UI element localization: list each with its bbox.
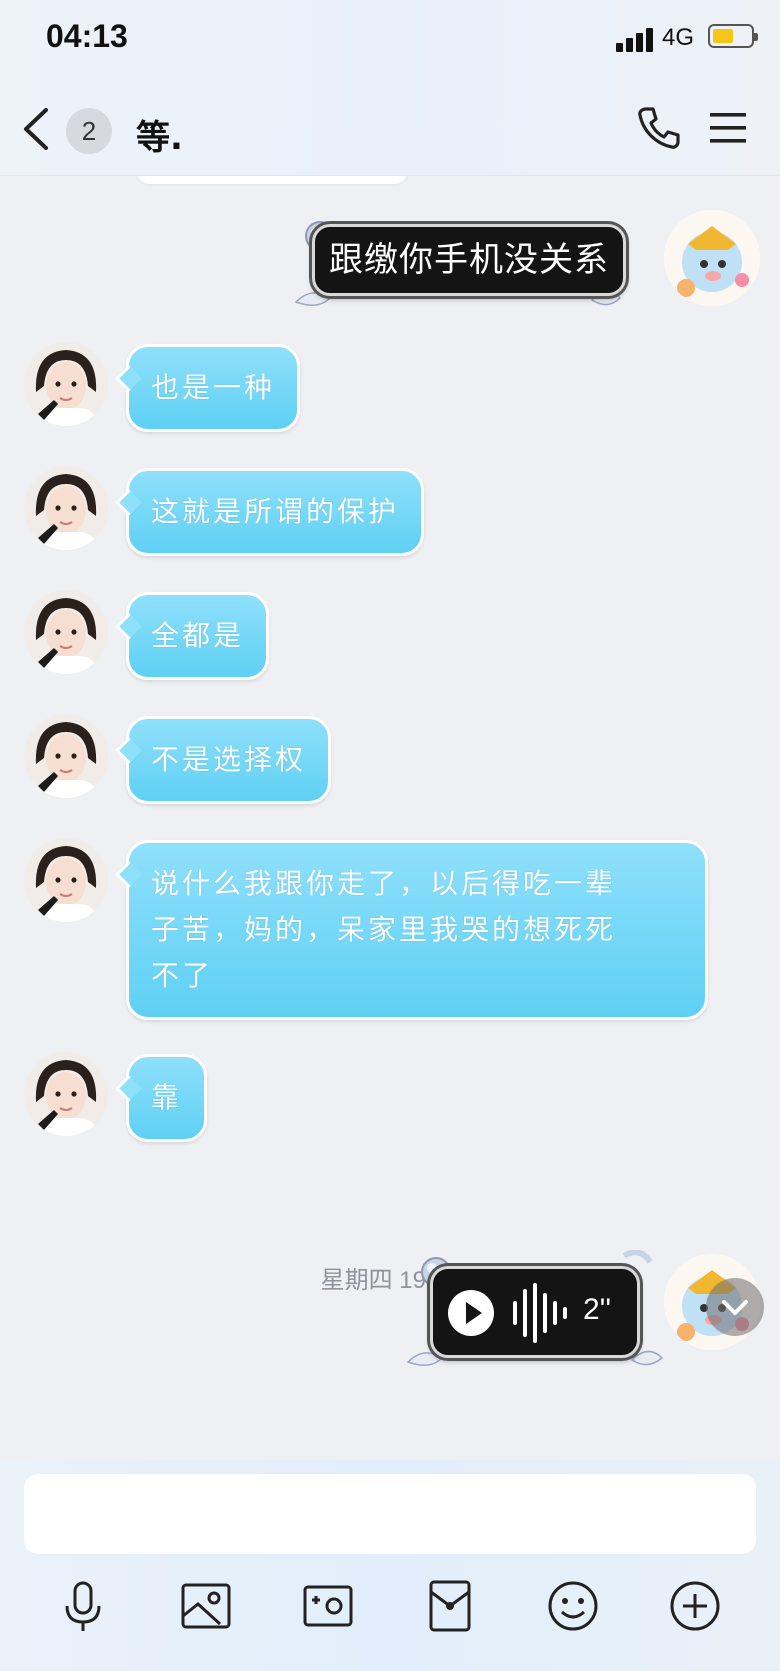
chevron-left-icon [24, 108, 48, 150]
play-icon[interactable] [447, 1289, 495, 1337]
camera-icon [303, 1585, 353, 1627]
emoji-icon [548, 1581, 598, 1631]
scroll-to-bottom-button[interactable] [706, 1278, 764, 1336]
cartoon-avatar-image [664, 210, 760, 306]
signal-icon [616, 28, 654, 52]
girl-portrait-image [24, 466, 108, 550]
contact-avatar[interactable] [24, 590, 108, 674]
contact-avatar[interactable] [24, 342, 108, 426]
input-panel [0, 1460, 780, 1671]
girl-portrait-image [24, 342, 108, 426]
microphone-icon [65, 1581, 101, 1631]
voice-duration: 2'' [583, 1293, 612, 1326]
emoji-button[interactable] [545, 1578, 601, 1634]
message-text: 也是一种 [151, 371, 276, 404]
received-message-bubble[interactable]: 靠 [126, 1054, 208, 1142]
girl-portrait-image [24, 1052, 108, 1136]
battery-icon [708, 24, 758, 48]
message-text: 全都是 [151, 619, 245, 652]
message-text-line: 不了 [151, 959, 214, 992]
contact-avatar[interactable] [24, 466, 108, 550]
message-text-line: 子苦，妈的，呆家里我哭的想死死 [151, 913, 617, 946]
more-button[interactable] [667, 1578, 723, 1634]
girl-portrait-image [24, 714, 108, 798]
sent-message-text: 跟缴你手机没关系 [329, 240, 609, 280]
message-text: 不是选择权 [151, 743, 307, 776]
previous-message-bubble[interactable] [134, 176, 410, 186]
network-label: 4G [662, 24, 695, 51]
phone-icon [638, 107, 680, 149]
image-icon [181, 1583, 231, 1629]
message-text: 这就是所谓的保护 [151, 495, 400, 528]
back-button[interactable] [18, 106, 58, 152]
sent-message-bubble[interactable]: 跟缴你手机没关系 [312, 224, 626, 296]
received-message-bubble[interactable]: 说什么我跟你走了，以后得吃一辈 子苦，妈的，呆家里我哭的想死死 不了 [126, 840, 708, 1020]
menu-button[interactable] [708, 110, 748, 146]
message-input[interactable] [24, 1474, 756, 1554]
girl-portrait-image [24, 838, 108, 922]
hamburger-menu-icon [710, 113, 746, 143]
red-packet-button[interactable] [422, 1578, 478, 1634]
girl-portrait-image [24, 590, 108, 674]
voice-input-button[interactable] [55, 1578, 111, 1634]
voice-message-bubble[interactable]: 2'' [430, 1266, 640, 1358]
message-list[interactable]: 跟缴你手机没关系 也是一种 这就是所谓的保护 全都是 不是选择权 说什么我跟你走… [0, 176, 780, 1460]
chevron-down-icon [722, 1300, 748, 1315]
unread-badge[interactable]: 2 [66, 108, 112, 154]
chat-header: 2 等. [0, 80, 780, 176]
message-text-line: 说什么我跟你走了，以后得吃一辈 [151, 867, 617, 900]
contact-avatar[interactable] [24, 838, 108, 922]
camera-button[interactable] [300, 1578, 356, 1634]
album-button[interactable] [178, 1578, 234, 1634]
received-message-bubble[interactable]: 不是选择权 [126, 716, 332, 804]
plus-icon [670, 1581, 720, 1631]
my-avatar[interactable] [664, 210, 760, 306]
received-message-bubble[interactable]: 这就是所谓的保护 [126, 468, 425, 556]
received-message-bubble[interactable]: 也是一种 [126, 344, 301, 432]
message-text: 靠 [151, 1081, 183, 1114]
status-time: 04:13 [46, 18, 128, 54]
status-bar: 04:13 4G [0, 0, 780, 80]
received-message-bubble[interactable]: 全都是 [126, 592, 270, 680]
contact-avatar[interactable] [24, 714, 108, 798]
chat-title: 等. [136, 118, 183, 158]
call-button[interactable] [634, 104, 682, 152]
contact-avatar[interactable] [24, 1052, 108, 1136]
waveform-icon [513, 1283, 567, 1343]
red-packet-icon [429, 1580, 471, 1632]
